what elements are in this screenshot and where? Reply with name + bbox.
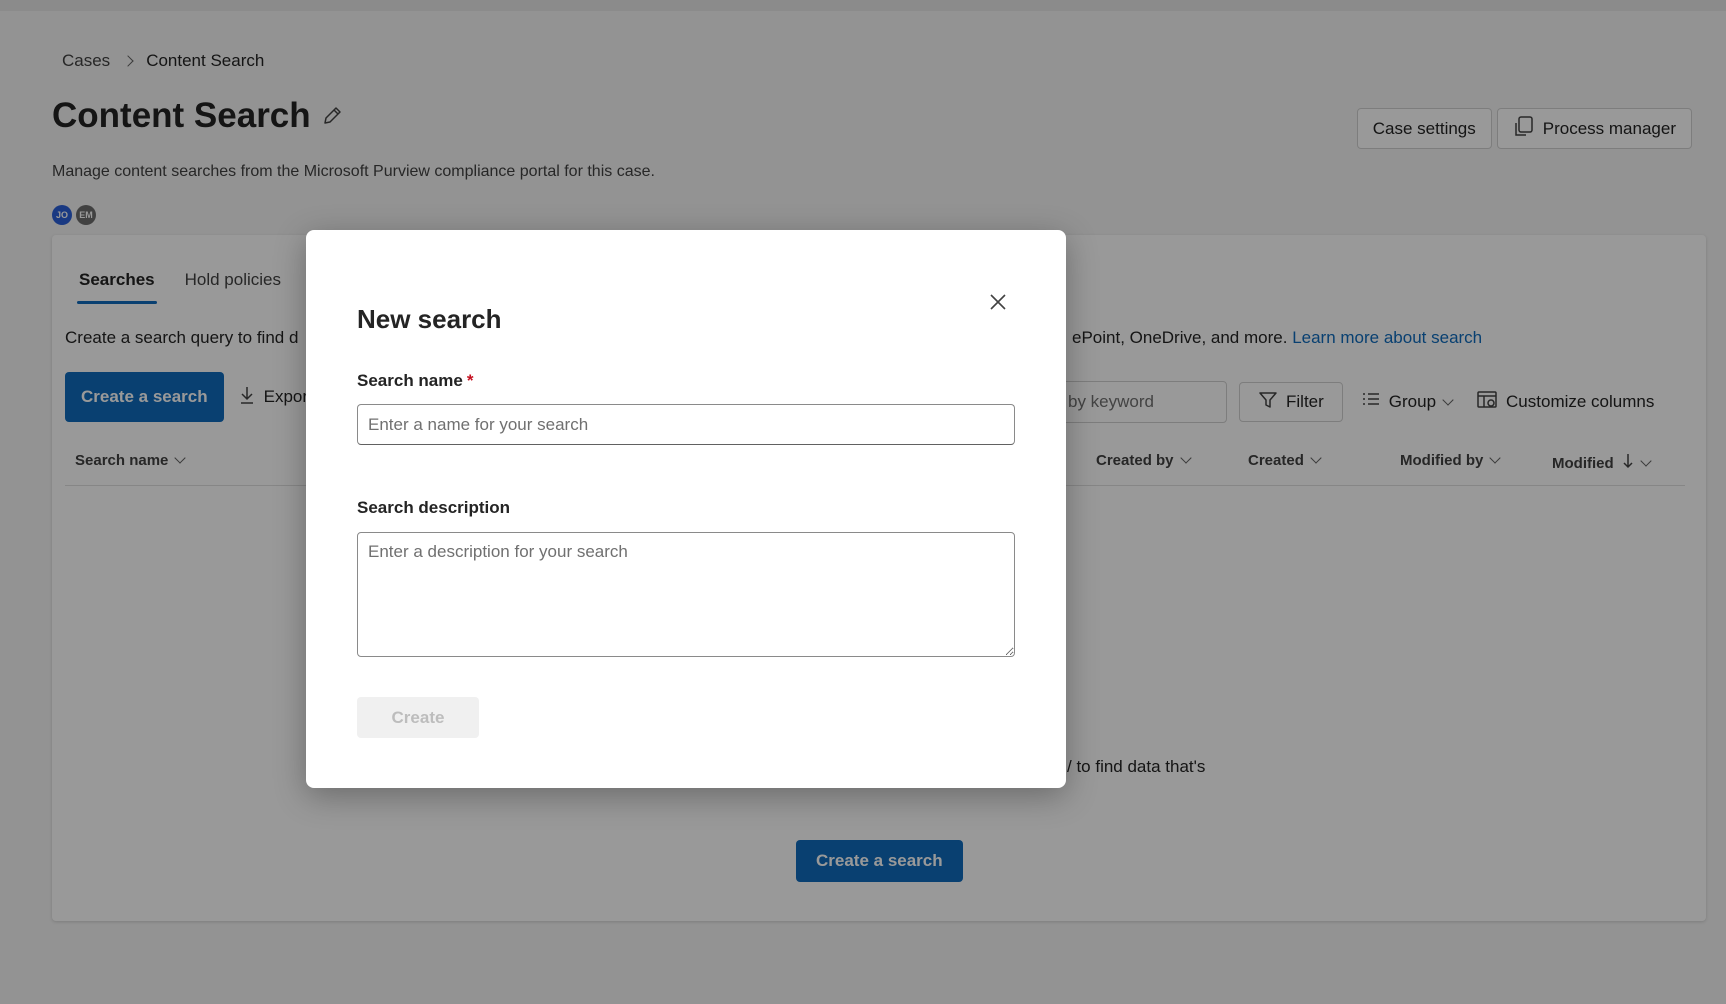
search-description-label: Search description (357, 498, 511, 517)
search-name-input[interactable] (357, 404, 1015, 445)
required-indicator: * (466, 371, 474, 390)
new-search-dialog: New search Search name* Search descripti… (306, 230, 1066, 788)
search-name-label: Search name * (357, 371, 473, 391)
dialog-title: New search (357, 304, 502, 334)
create-button[interactable]: Create (357, 697, 479, 738)
search-description-input[interactable] (357, 532, 1015, 657)
search-name-label-text: Search name (357, 371, 463, 390)
close-icon (984, 294, 1012, 319)
close-button[interactable] (984, 288, 1012, 316)
